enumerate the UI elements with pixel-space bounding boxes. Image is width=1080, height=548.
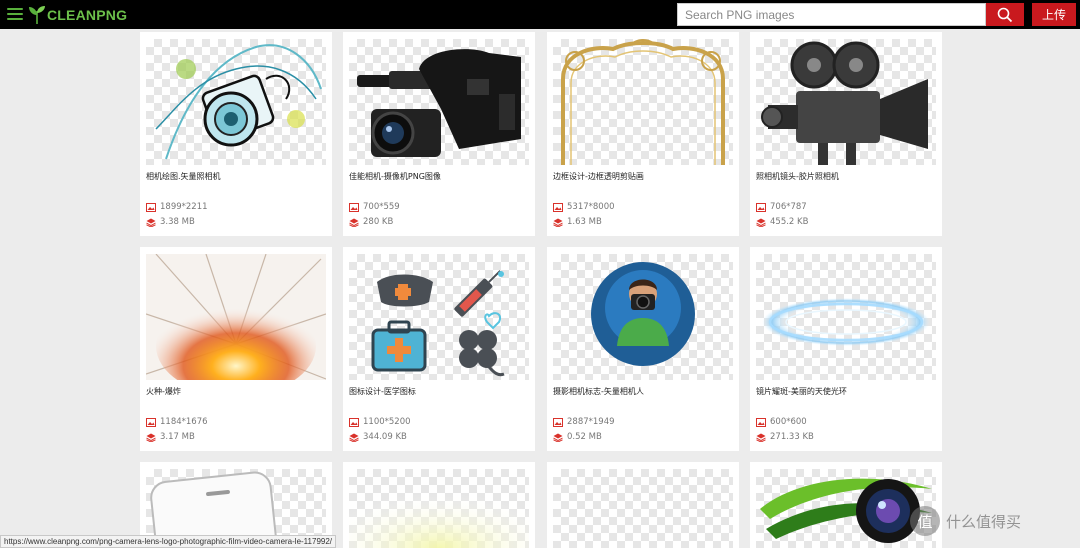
thumbnail-gold-border[interactable] <box>553 39 733 165</box>
search-button[interactable] <box>986 3 1024 26</box>
image-card[interactable]: 图标设计-医学图标 1100*5200 344.09 KB <box>343 247 535 451</box>
watermark: 值 什么值得买 <box>910 506 1021 536</box>
layers-icon <box>756 218 766 227</box>
image-card[interactable] <box>343 462 535 548</box>
image-dimensions: 1100*5200 <box>349 417 411 427</box>
layers-icon <box>349 433 359 442</box>
image-card[interactable] <box>547 462 739 548</box>
thumbnail-photography-logo[interactable] <box>553 254 733 380</box>
watermark-text: 什么值得买 <box>946 512 1022 531</box>
image-dimensions: 1184*1676 <box>146 417 208 427</box>
file-size: 455.2 KB <box>756 217 808 227</box>
file-size: 280 KB <box>349 217 393 227</box>
card-title[interactable]: 照相机镜头-胶片照相机 <box>756 171 839 182</box>
thumbnail-lens-swoosh[interactable] <box>756 469 936 548</box>
watermark-logo-icon: 值 <box>910 506 940 536</box>
image-dimensions: 700*559 <box>349 202 400 212</box>
image-icon <box>349 417 359 427</box>
image-dimensions: 5317*8000 <box>553 202 615 212</box>
card-title[interactable]: 摄影相机标志-矢量相机人 <box>553 386 644 397</box>
thumbnail-medical-icons[interactable] <box>349 254 529 380</box>
image-card[interactable]: 火种-爆炸 1184*1676 3.17 MB <box>140 247 332 451</box>
image-card[interactable]: 相机绘图.矢量照相机 1899*2211 3.38 MB <box>140 32 332 236</box>
image-dimensions: 2887*1949 <box>553 417 615 427</box>
file-size: 3.38 MB <box>146 217 195 227</box>
layers-icon <box>553 218 563 227</box>
image-card[interactable]: 佳能相机-摄像机PNG图像 700*559 280 KB <box>343 32 535 236</box>
file-size: 271.33 KB <box>756 432 814 442</box>
thumbnail-light[interactable] <box>349 469 529 548</box>
card-title[interactable]: 佳能相机-摄像机PNG图像 <box>349 171 441 182</box>
image-icon <box>756 202 766 212</box>
thumbnail-explosion[interactable] <box>146 254 326 380</box>
file-size: 344.09 KB <box>349 432 407 442</box>
image-icon <box>756 417 766 427</box>
image-icon <box>553 417 563 427</box>
image-card[interactable]: 边框设计-边框透明剪贴画 5317*8000 1.63 MB <box>547 32 739 236</box>
link-status-bar: https://www.cleanpng.com/png-camera-lens… <box>0 535 337 548</box>
site-logo[interactable]: CLEANPNG <box>28 4 127 26</box>
thumbnail-video-camera[interactable] <box>349 39 529 165</box>
top-bar: CLEANPNG 上传 <box>0 0 1080 29</box>
card-title[interactable]: 火种-爆炸 <box>146 386 181 397</box>
file-size: 0.52 MB <box>553 432 602 442</box>
image-card[interactable]: 摄影相机标志-矢量相机人 2887*1949 0.52 MB <box>547 247 739 451</box>
search-input[interactable] <box>677 3 986 26</box>
layers-icon <box>756 433 766 442</box>
layers-icon <box>349 218 359 227</box>
image-card[interactable]: 镜片耀斑-美丽的天使光环 600*600 271.33 KB <box>750 247 942 451</box>
thumbnail-halo[interactable] <box>756 254 936 380</box>
image-dimensions: 706*787 <box>756 202 807 212</box>
search-icon <box>997 7 1013 22</box>
layers-icon <box>146 433 156 442</box>
thumbnail-film-camera[interactable] <box>756 39 936 165</box>
menu-icon[interactable] <box>7 8 23 20</box>
card-title[interactable]: 边框设计-边框透明剪贴画 <box>553 171 644 182</box>
leaf-logo-icon <box>29 6 45 24</box>
file-size: 1.63 MB <box>553 217 602 227</box>
image-icon <box>146 417 156 427</box>
brand-name: CLEANPNG <box>47 7 128 23</box>
file-size: 3.17 MB <box>146 432 195 442</box>
thumbnail-blank[interactable] <box>553 469 733 548</box>
upload-button[interactable]: 上传 <box>1032 3 1076 26</box>
image-icon <box>349 202 359 212</box>
image-dimensions: 600*600 <box>756 417 807 427</box>
image-card[interactable]: 照相机镜头-胶片照相机 706*787 455.2 KB <box>750 32 942 236</box>
image-icon <box>146 202 156 212</box>
image-icon <box>553 202 563 212</box>
thumbnail-camera-drawing[interactable] <box>146 39 326 165</box>
card-title[interactable]: 镜片耀斑-美丽的天使光环 <box>756 386 847 397</box>
card-title[interactable]: 相机绘图.矢量照相机 <box>146 171 221 182</box>
layers-icon <box>553 433 563 442</box>
layers-icon <box>146 218 156 227</box>
image-dimensions: 1899*2211 <box>146 202 208 212</box>
card-title[interactable]: 图标设计-医学图标 <box>349 386 416 397</box>
